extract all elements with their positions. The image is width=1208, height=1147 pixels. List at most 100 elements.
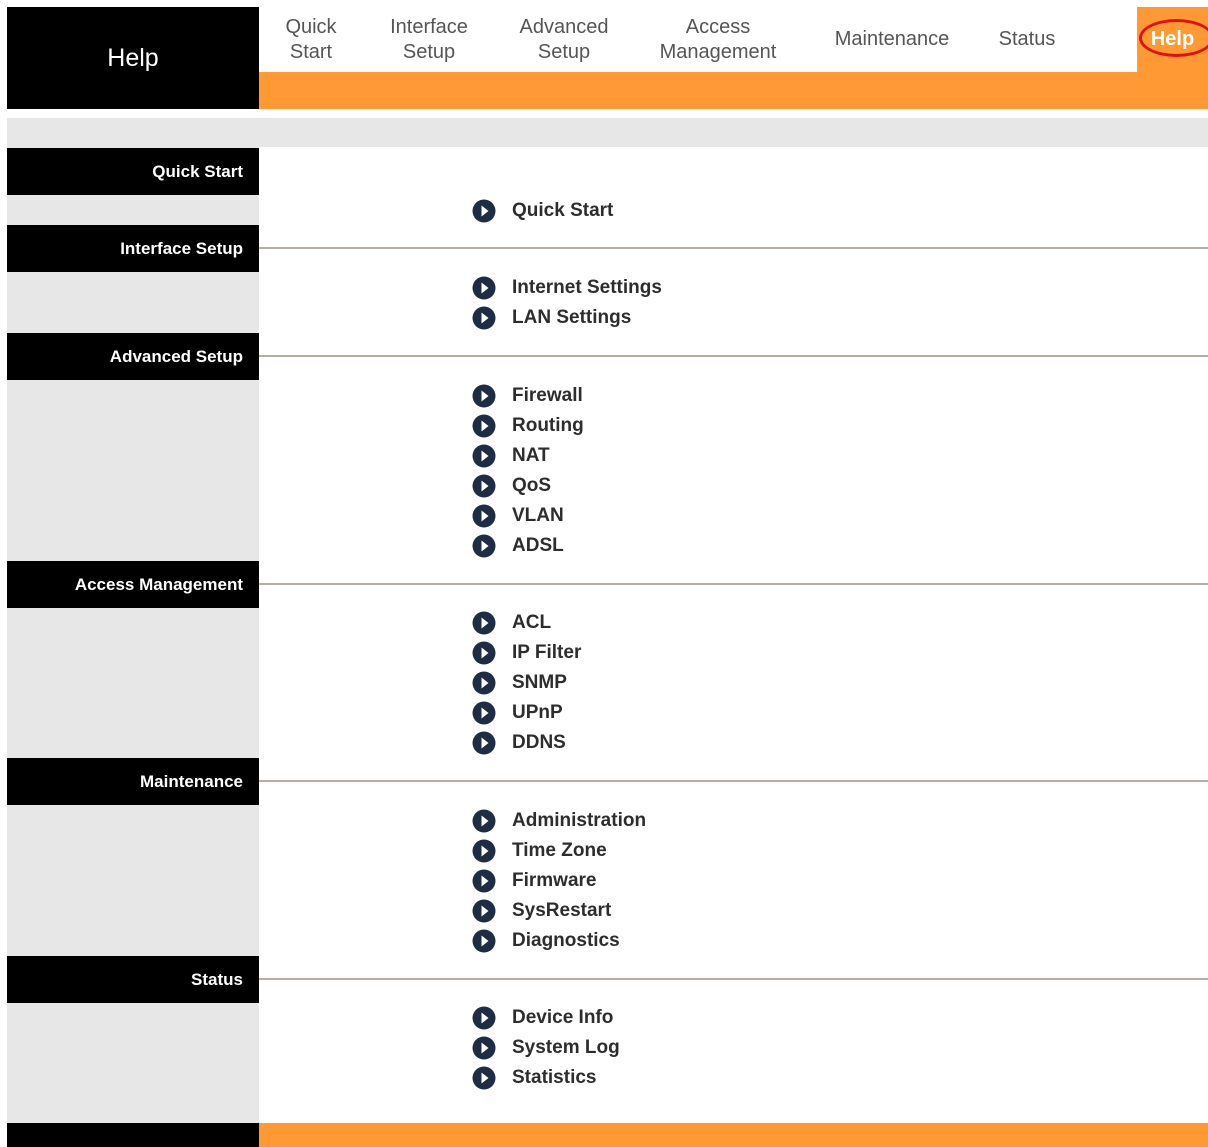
help-link-label: Firmware [512,870,597,891]
section-header-access-management: Access Management [7,561,259,608]
section-divider [259,355,1208,357]
help-link-label: Firewall [512,385,583,406]
nav-label: Management [659,40,777,63]
help-link-lan-settings[interactable]: LAN Settings [472,305,631,331]
help-link-administration[interactable]: Administration [472,808,646,834]
arrow-circle-right-icon [472,1006,496,1030]
help-link-statistics[interactable]: Statistics [472,1065,596,1091]
help-link-firmware[interactable]: Firmware [472,868,596,894]
help-link-label: ADSL [512,535,564,556]
nav-maintenance[interactable]: Maintenance [803,7,981,72]
section-title: Status [191,969,243,989]
section-title: Quick Start [152,161,243,181]
help-link-sysrestart[interactable]: SysRestart [472,898,611,924]
help-link-upnp[interactable]: UPnP [472,700,563,726]
nav-label: Access [685,15,751,38]
nav-advanced-setup[interactable]: Advanced Setup [495,7,633,72]
help-link-nat[interactable]: NAT [472,443,550,469]
header-orange-bar [259,72,1208,109]
arrow-circle-right-icon [472,504,496,528]
help-link-label: VLAN [512,505,564,526]
arrow-circle-right-icon [472,414,496,438]
nav-status[interactable]: Status [981,7,1073,72]
nav-help[interactable]: Help [1137,7,1208,72]
nav-interface-setup[interactable]: Interface Setup [363,7,495,72]
help-link-label: IP Filter [512,642,582,663]
top-nav: Quick Start Interface Setup Advanced Setup … [259,7,1208,72]
help-link-internet-settings[interactable]: Internet Settings [472,275,662,301]
help-link-diagnostics[interactable]: Diagnostics [472,928,620,954]
footer-orange-bar [259,1123,1208,1147]
help-link-ddns[interactable]: DDNS [472,730,566,756]
help-link-label: UPnP [512,702,563,723]
help-link-label: Routing [512,415,584,436]
arrow-circle-right-icon [472,701,496,725]
help-link-routing[interactable]: Routing [472,413,584,439]
arrow-circle-right-icon [472,444,496,468]
nav-label: Interface [390,15,468,38]
help-link-firewall[interactable]: Firewall [472,383,583,409]
section-divider [259,780,1208,782]
help-link-quick-start[interactable]: Quick Start [472,198,613,224]
section-divider [259,583,1208,585]
nav-label: Advanced [519,15,609,38]
section-divider [259,247,1208,249]
arrow-circle-right-icon [472,869,496,893]
help-link-qos[interactable]: QoS [472,473,551,499]
nav-label: Help [1150,28,1195,50]
help-link-ip-filter[interactable]: IP Filter [472,640,581,666]
footer-left-bar [7,1123,259,1147]
help-link-label: System Log [512,1037,620,1058]
nav-label: Start [289,40,333,63]
help-link-label: DDNS [512,732,566,753]
help-link-label: Statistics [512,1067,597,1088]
help-link-adsl[interactable]: ADSL [472,533,564,559]
help-link-acl[interactable]: ACL [472,610,551,636]
help-link-label: Administration [512,810,647,831]
arrow-circle-right-icon [472,534,496,558]
help-link-label: QoS [512,475,552,496]
nav-label: Setup [537,40,591,63]
help-link-label: Internet Settings [512,277,662,298]
arrow-circle-right-icon [472,899,496,923]
nav-quick-start[interactable]: Quick Start [259,7,363,72]
section-header-interface-setup: Interface Setup [7,225,259,272]
help-link-label: Quick Start [512,200,614,221]
nav-label: Maintenance [834,28,950,50]
help-link-snmp[interactable]: SNMP [472,670,567,696]
subheader-strip [7,118,1208,147]
nav-label: Setup [402,40,456,63]
section-header-status: Status [7,956,259,1003]
help-link-label: Time Zone [512,840,607,861]
section-title: Access Management [74,574,243,594]
arrow-circle-right-icon [472,1036,496,1060]
section-title: Advanced Setup [109,346,243,366]
nav-label: Status [998,28,1056,50]
nav-label: Quick [285,15,337,38]
arrow-circle-right-icon [472,809,496,833]
section-title: Maintenance [140,771,243,791]
help-link-vlan[interactable]: VLAN [472,503,564,529]
arrow-circle-right-icon [472,1066,496,1090]
section-header-quick-start: Quick Start [7,148,259,195]
help-link-system-log[interactable]: System Log [472,1035,620,1061]
arrow-circle-right-icon [472,611,496,635]
arrow-circle-right-icon [472,306,496,330]
help-link-label: Diagnostics [512,930,620,951]
help-link-label: ACL [512,612,552,633]
help-link-device-info[interactable]: Device Info [472,1005,613,1031]
section-divider [259,978,1208,980]
help-link-time-zone[interactable]: Time Zone [472,838,607,864]
section-header-maintenance: Maintenance [7,758,259,805]
help-link-label: Device Info [512,1007,614,1028]
nav-access-management[interactable]: Access Management [633,7,803,72]
arrow-circle-right-icon [472,671,496,695]
arrow-circle-right-icon [472,731,496,755]
help-link-label: LAN Settings [512,307,632,328]
section-title: Interface Setup [120,238,243,258]
arrow-circle-right-icon [472,199,496,223]
arrow-circle-right-icon [472,929,496,953]
section-header-advanced-setup: Advanced Setup [7,333,259,380]
page-title: Help [7,7,259,109]
arrow-circle-right-icon [472,474,496,498]
